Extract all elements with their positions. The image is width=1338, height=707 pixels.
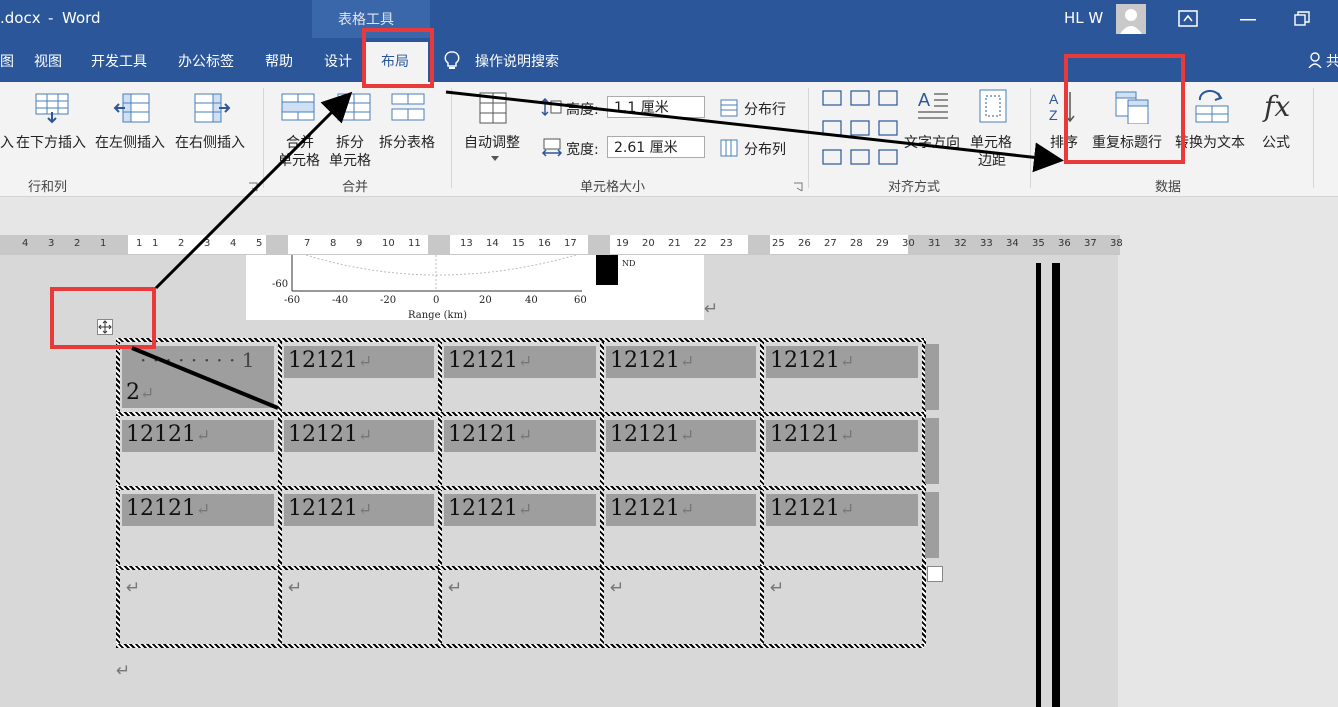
annotation-arrows	[131, 90, 1064, 410]
